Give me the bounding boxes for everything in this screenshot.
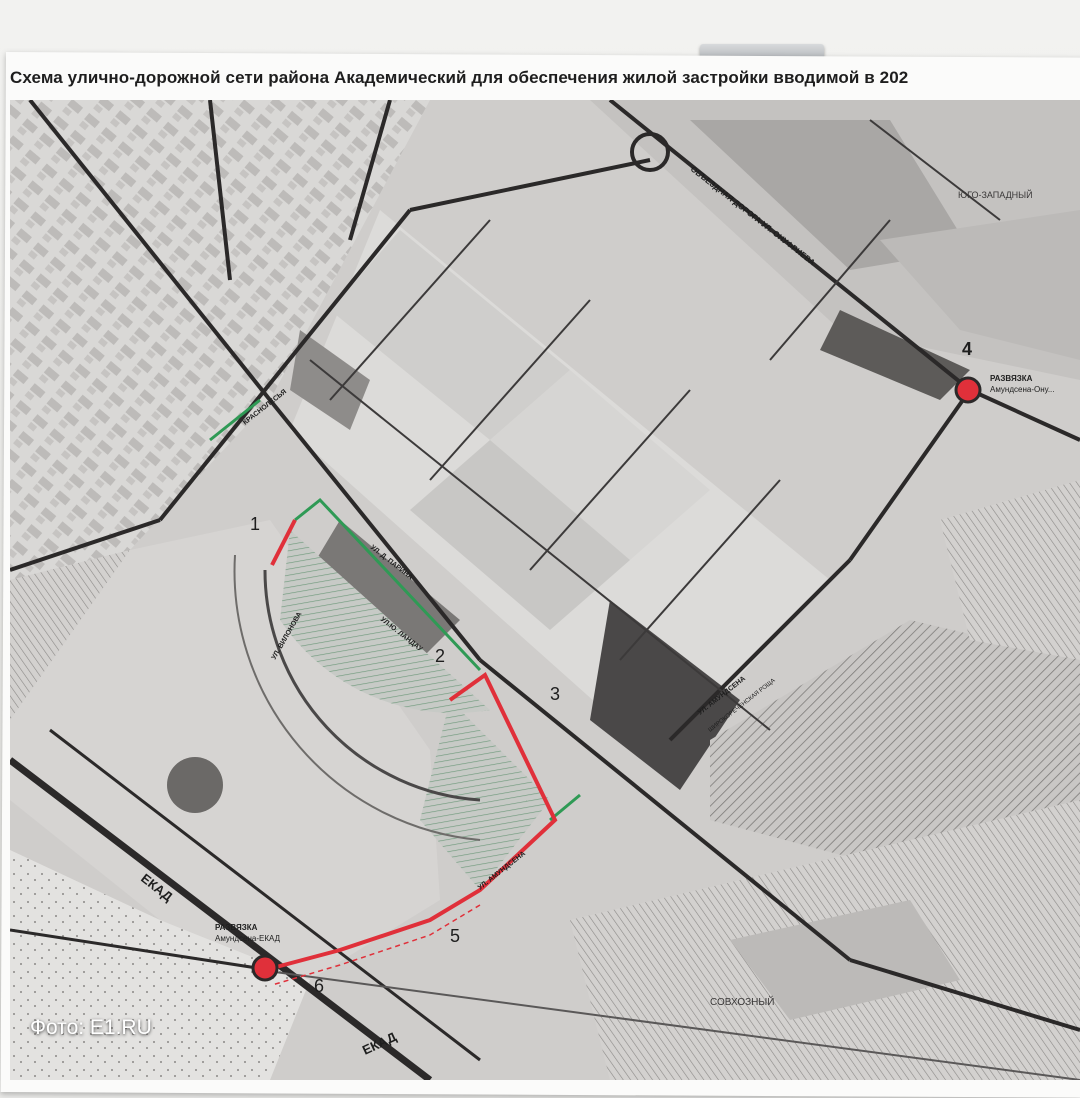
district-sovkhozny: СОВХОЗНЫЙ: [710, 995, 774, 1008]
marker-5: 5: [450, 926, 460, 946]
interchange-4-sublabel: Амундсена-Ону...: [990, 385, 1055, 394]
district-yugo-zapadny: ЮГО-ЗАПАДНЫЙ: [958, 189, 1033, 200]
interchange-ekad-sublabel: Амундсена-ЕКАД: [215, 934, 281, 943]
marker-3: 3: [550, 684, 560, 704]
photo-credit: Фото: E1.RU: [30, 1016, 152, 1039]
marker-2: 2: [435, 646, 445, 666]
map-title: Схема улично-дорожной сети района Академ…: [10, 68, 909, 87]
interchange-ekad-marker[interactable]: [251, 954, 279, 982]
marker-6: 6: [314, 976, 324, 996]
interchange-4-label: РАЗВЯЗКА: [990, 374, 1033, 383]
road-network-map[interactable]: 4 РАЗВЯЗКА Амундсена-Ону... РАЗВЯЗКА Аму…: [7, 98, 1080, 1083]
marker-1: 1: [250, 514, 260, 534]
circular-feature: [167, 757, 223, 813]
interchange-4-number: 4: [962, 339, 972, 359]
interchange-4-marker[interactable]: [954, 376, 982, 404]
interchange-ekad-label: РАЗВЯЗКА: [215, 923, 258, 932]
